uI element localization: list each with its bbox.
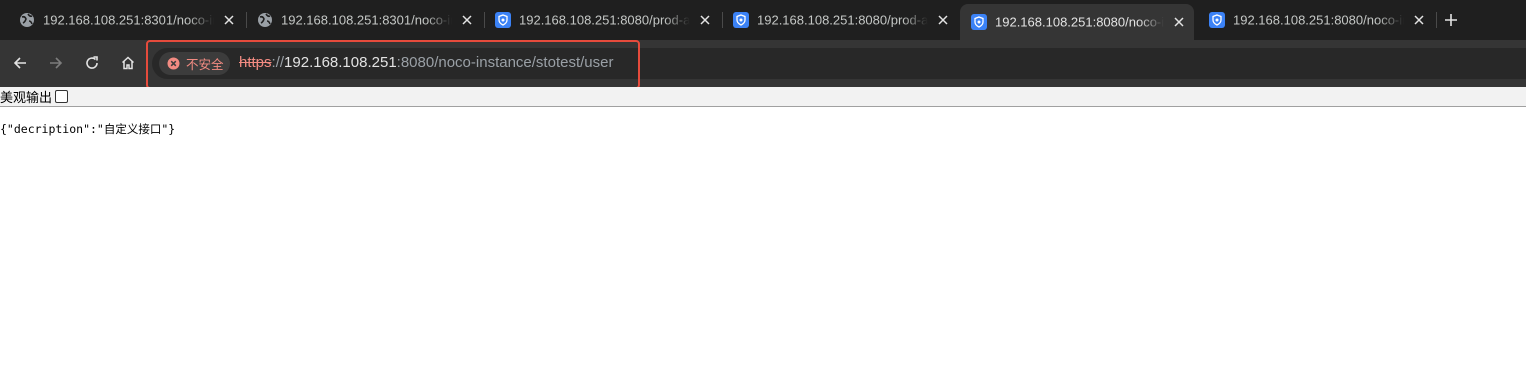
tab-separator [1436, 12, 1437, 28]
annotation-highlight-box [146, 40, 640, 89]
reload-icon [86, 56, 98, 69]
tab-strip: 192.168.108.251:8301/noco-instance/ 192.… [0, 0, 1526, 40]
shield-favicon-icon [1209, 12, 1225, 28]
tab-2[interactable]: 192.168.108.251:8301/noco-instance/ [246, 6, 482, 34]
tab-title: 192.168.108.251:8080/noco-instance/ [995, 14, 1164, 30]
new-tab-button[interactable] [1440, 9, 1462, 31]
close-tab-icon[interactable] [1410, 11, 1428, 29]
tab-3[interactable]: 192.168.108.251:8080/prod-api/ [484, 6, 720, 34]
close-tab-icon[interactable] [220, 11, 238, 29]
shield-favicon-icon [971, 14, 987, 30]
tab-title: 192.168.108.251:8301/noco-instance/ [43, 12, 214, 28]
shield-favicon-icon [733, 12, 749, 28]
forward-button[interactable] [44, 51, 68, 75]
home-icon [121, 56, 135, 70]
home-button[interactable] [116, 51, 140, 75]
close-tab-icon[interactable] [696, 11, 714, 29]
back-button[interactable] [8, 51, 32, 75]
tab-1[interactable]: 192.168.108.251:8301/noco-instance/ [8, 6, 244, 34]
close-tab-icon[interactable] [934, 11, 952, 29]
globe-icon [258, 13, 272, 27]
back-arrow-icon [13, 57, 26, 69]
close-tab-icon[interactable] [458, 11, 476, 29]
tab-title: 192.168.108.251:8080/prod-api/ [757, 12, 928, 28]
tab-5-active[interactable]: 192.168.108.251:8080/noco-instance/ [960, 4, 1194, 40]
close-tab-icon[interactable] [1170, 13, 1188, 31]
tab-4[interactable]: 192.168.108.251:8080/prod-api/ [722, 6, 958, 34]
tab-title: 192.168.108.251:8080/noco-instance/ [1233, 12, 1404, 28]
plus-icon [1445, 14, 1457, 26]
shield-favicon-icon [495, 12, 511, 28]
tab-title: 192.168.108.251:8080/prod-api/ [519, 12, 690, 28]
forward-arrow-icon [50, 57, 63, 69]
pretty-print-bar: 美观输出 [0, 87, 1526, 107]
pretty-print-label: 美观输出 [0, 91, 53, 106]
reload-button[interactable] [80, 51, 104, 75]
globe-icon [20, 13, 34, 27]
tab-6[interactable]: 192.168.108.251:8080/noco-instance/ [1198, 6, 1434, 34]
tab-title: 192.168.108.251:8301/noco-instance/ [281, 12, 452, 28]
json-response-text: {"decription":"自定义接口"} [0, 122, 176, 136]
pretty-print-checkbox[interactable] [55, 90, 69, 103]
